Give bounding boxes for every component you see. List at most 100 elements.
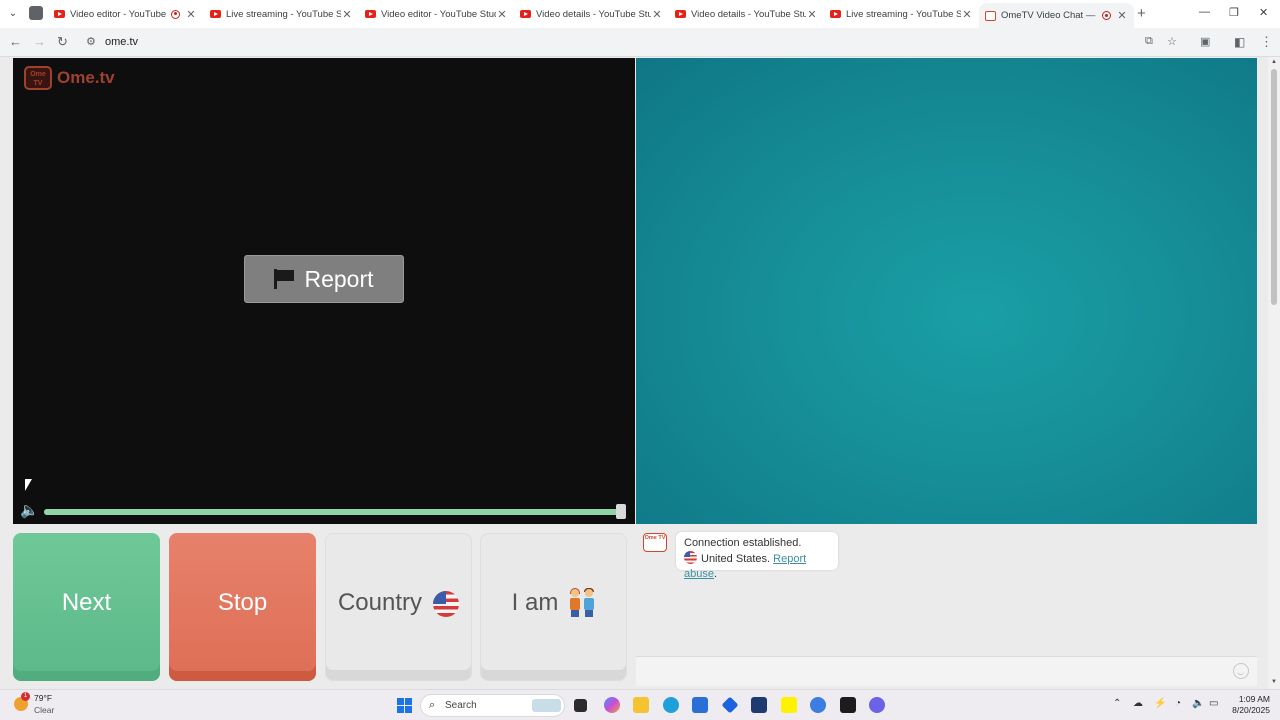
stop-button[interactable]: Stop bbox=[169, 533, 316, 681]
open-in-app-icon[interactable]: ⧉ bbox=[1145, 35, 1153, 48]
volume-fill bbox=[44, 509, 622, 515]
close-tab-icon[interactable]: ✕ bbox=[806, 8, 818, 21]
search-icon: ⌕ bbox=[429, 699, 436, 711]
weather-condition: Clear bbox=[34, 705, 55, 715]
youtube-icon bbox=[830, 10, 841, 18]
couple-icon bbox=[569, 588, 595, 618]
scroll-thumb[interactable] bbox=[1271, 69, 1277, 305]
tab-strip: ⌄ Video editor - YouTube Studio ✕ Live s… bbox=[0, 0, 1280, 28]
discord-icon[interactable] bbox=[869, 697, 885, 713]
store-icon[interactable] bbox=[692, 697, 708, 713]
ometv-logo: Ome TV Ome.tv bbox=[24, 66, 115, 90]
screenshot-icon[interactable]: ▣ bbox=[1200, 35, 1210, 48]
recording-icon bbox=[1102, 11, 1111, 20]
next-button-label: Next bbox=[61, 589, 112, 616]
tab-video-editor-2[interactable]: Video editor - YouTube Studio ✕ bbox=[359, 3, 514, 25]
self-video bbox=[636, 58, 1257, 524]
stranger-video: Ome TV Ome.tv Report 🔈 bbox=[13, 58, 635, 524]
dropbox-icon[interactable] bbox=[721, 696, 739, 714]
close-tab-icon[interactable]: ✕ bbox=[341, 8, 353, 21]
forward-icon[interactable]: → bbox=[33, 34, 46, 50]
site-info-icon[interactable]: ⚙ bbox=[86, 35, 96, 48]
chat-input[interactable] bbox=[636, 656, 1257, 686]
mouse-cursor-icon bbox=[25, 479, 32, 491]
onedrive-icon[interactable]: ☁ bbox=[1133, 698, 1143, 709]
address-bar[interactable]: ⚙ ome.tv ⧉ ☆ ▣ bbox=[78, 30, 1218, 55]
taskbar-search[interactable]: ⌕ Search bbox=[420, 694, 565, 717]
logo-badge: Ome TV bbox=[24, 66, 52, 90]
weather-badge: 1 bbox=[21, 692, 30, 701]
scroll-up-icon[interactable]: ▲ bbox=[1271, 59, 1277, 65]
task-view-icon[interactable] bbox=[574, 699, 587, 712]
minimize-icon[interactable]: — bbox=[1199, 6, 1210, 18]
logo-text: Ome.tv bbox=[57, 68, 115, 87]
back-icon[interactable]: ← bbox=[9, 34, 22, 50]
tab-ometv[interactable]: OmeTV Video Chat — Omegle ✕ bbox=[979, 3, 1134, 28]
copilot-icon[interactable] bbox=[604, 697, 620, 713]
tab-video-details-1[interactable]: Video details - YouTube Studio ✕ bbox=[514, 3, 669, 25]
country-button[interactable]: Country bbox=[325, 533, 472, 681]
tab-title: Video details - YouTube Studio bbox=[691, 8, 806, 20]
wifi-icon[interactable]: ◔ bbox=[1175, 698, 1181, 709]
close-tab-icon[interactable]: ✕ bbox=[961, 8, 973, 21]
clock-time: 1:09 AM bbox=[1238, 694, 1270, 704]
snapchat-icon[interactable] bbox=[781, 697, 797, 713]
app-icon[interactable] bbox=[840, 697, 856, 713]
tab-title: Video editor - YouTube Studio bbox=[381, 8, 496, 20]
volume-slider[interactable] bbox=[44, 509, 622, 515]
network-adapter-icon[interactable]: ⚡ bbox=[1154, 698, 1166, 709]
youtube-icon bbox=[365, 10, 376, 18]
tab-group-icon[interactable] bbox=[29, 6, 43, 20]
volume-handle[interactable] bbox=[616, 504, 626, 519]
file-explorer-icon[interactable] bbox=[633, 697, 649, 713]
reload-icon[interactable]: ↻ bbox=[57, 34, 68, 50]
tab-search-icon[interactable]: ⌄ bbox=[6, 7, 20, 21]
report-suffix: . bbox=[713, 568, 718, 580]
country-text: United States. bbox=[701, 553, 771, 565]
clock[interactable]: 1:09 AM 8/20/2025 bbox=[1226, 694, 1270, 716]
windows-start-icon[interactable] bbox=[397, 698, 412, 713]
youtube-icon bbox=[54, 10, 65, 18]
search-highlight-image bbox=[532, 699, 561, 712]
emoji-icon[interactable] bbox=[1233, 663, 1249, 679]
chrome-icon[interactable] bbox=[810, 697, 826, 713]
close-tab-icon[interactable]: ✕ bbox=[1116, 9, 1128, 22]
tray-overflow-icon[interactable]: ⌃ bbox=[1113, 698, 1121, 709]
tab-title: Video details - YouTube Studio bbox=[536, 8, 651, 20]
side-panel-icon[interactable]: ◧ bbox=[1234, 34, 1245, 50]
tab-title: OmeTV Video Chat — Omegle bbox=[1001, 10, 1097, 21]
stop-button-label: Stop bbox=[217, 589, 268, 616]
tab-title: Live streaming - YouTube Studio bbox=[846, 8, 961, 20]
tab-video-details-2[interactable]: Video details - YouTube Studio ✕ bbox=[669, 3, 824, 25]
close-tab-icon[interactable]: ✕ bbox=[496, 8, 508, 21]
edge-icon[interactable] bbox=[663, 697, 679, 713]
close-tab-icon[interactable]: ✕ bbox=[185, 8, 197, 21]
menu-icon[interactable]: ⋮ bbox=[1260, 34, 1273, 50]
tab-video-editor-1[interactable]: Video editor - YouTube Studio ✕ bbox=[48, 3, 203, 25]
restore-icon[interactable]: ❐ bbox=[1229, 6, 1239, 19]
new-tab-icon[interactable]: + bbox=[1137, 5, 1146, 22]
window-close-icon[interactable]: ✕ bbox=[1259, 6, 1268, 19]
next-button[interactable]: Next bbox=[13, 533, 160, 681]
gender-button[interactable]: I am bbox=[480, 533, 627, 681]
close-tab-icon[interactable]: ✕ bbox=[651, 8, 663, 21]
search-placeholder: Search bbox=[445, 700, 477, 711]
ometv-chat-icon: Ome TV bbox=[643, 533, 667, 552]
scroll-down-icon[interactable]: ▼ bbox=[1271, 679, 1277, 685]
tab-title: Video editor - YouTube Studio bbox=[70, 8, 166, 20]
volume-icon[interactable]: 🔈 bbox=[1192, 698, 1204, 709]
photoshop-icon[interactable] bbox=[751, 697, 767, 713]
report-button[interactable]: Report bbox=[244, 255, 404, 303]
weather-temp: 79°F bbox=[34, 693, 53, 703]
clock-date: 8/20/2025 bbox=[1232, 705, 1270, 715]
tab-live-streaming-1[interactable]: Live streaming - YouTube Studio ✕ bbox=[204, 3, 359, 25]
gender-button-label: I am bbox=[511, 588, 559, 616]
ometv-icon bbox=[985, 10, 996, 21]
page-scrollbar[interactable]: ▲ ▼ bbox=[1268, 57, 1280, 689]
speaker-icon[interactable]: 🔈 bbox=[20, 503, 42, 519]
flag-icon bbox=[274, 269, 295, 289]
tab-live-streaming-2[interactable]: Live streaming - YouTube Studio ✕ bbox=[824, 3, 979, 25]
battery-icon[interactable]: ▭ bbox=[1209, 698, 1218, 709]
system-message: Connection established. United States. R… bbox=[676, 532, 838, 580]
bookmark-star-icon[interactable]: ☆ bbox=[1167, 35, 1177, 48]
